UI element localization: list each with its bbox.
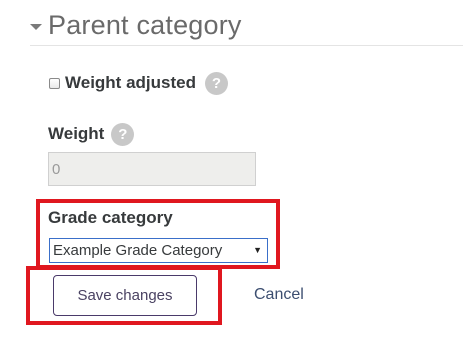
dropdown-arrow-icon: ▼ [253,245,262,255]
weight-input[interactable] [48,152,256,186]
save-changes-button[interactable]: Save changes [53,275,197,316]
weight-label: Weight [48,124,105,143]
grade-category-selected-value: Example Grade Category [53,242,223,259]
weight-adjusted-row: Weight adjusted ? [49,71,228,95]
section-title: Parent category [48,10,242,40]
caret-down-icon[interactable] [30,24,42,30]
cancel-link[interactable]: Cancel [254,286,304,304]
section-header[interactable]: Parent category [30,8,463,46]
weight-adjusted-label: Weight adjusted [65,73,196,92]
weight-label-row: Weight ? [48,122,135,146]
grade-category-label: Grade category [48,208,173,227]
grade-category-select[interactable]: Example Grade Category ▼ [49,238,268,263]
help-icon[interactable]: ? [204,71,228,95]
weight-adjusted-checkbox[interactable] [49,77,60,89]
help-icon[interactable]: ? [111,122,135,146]
